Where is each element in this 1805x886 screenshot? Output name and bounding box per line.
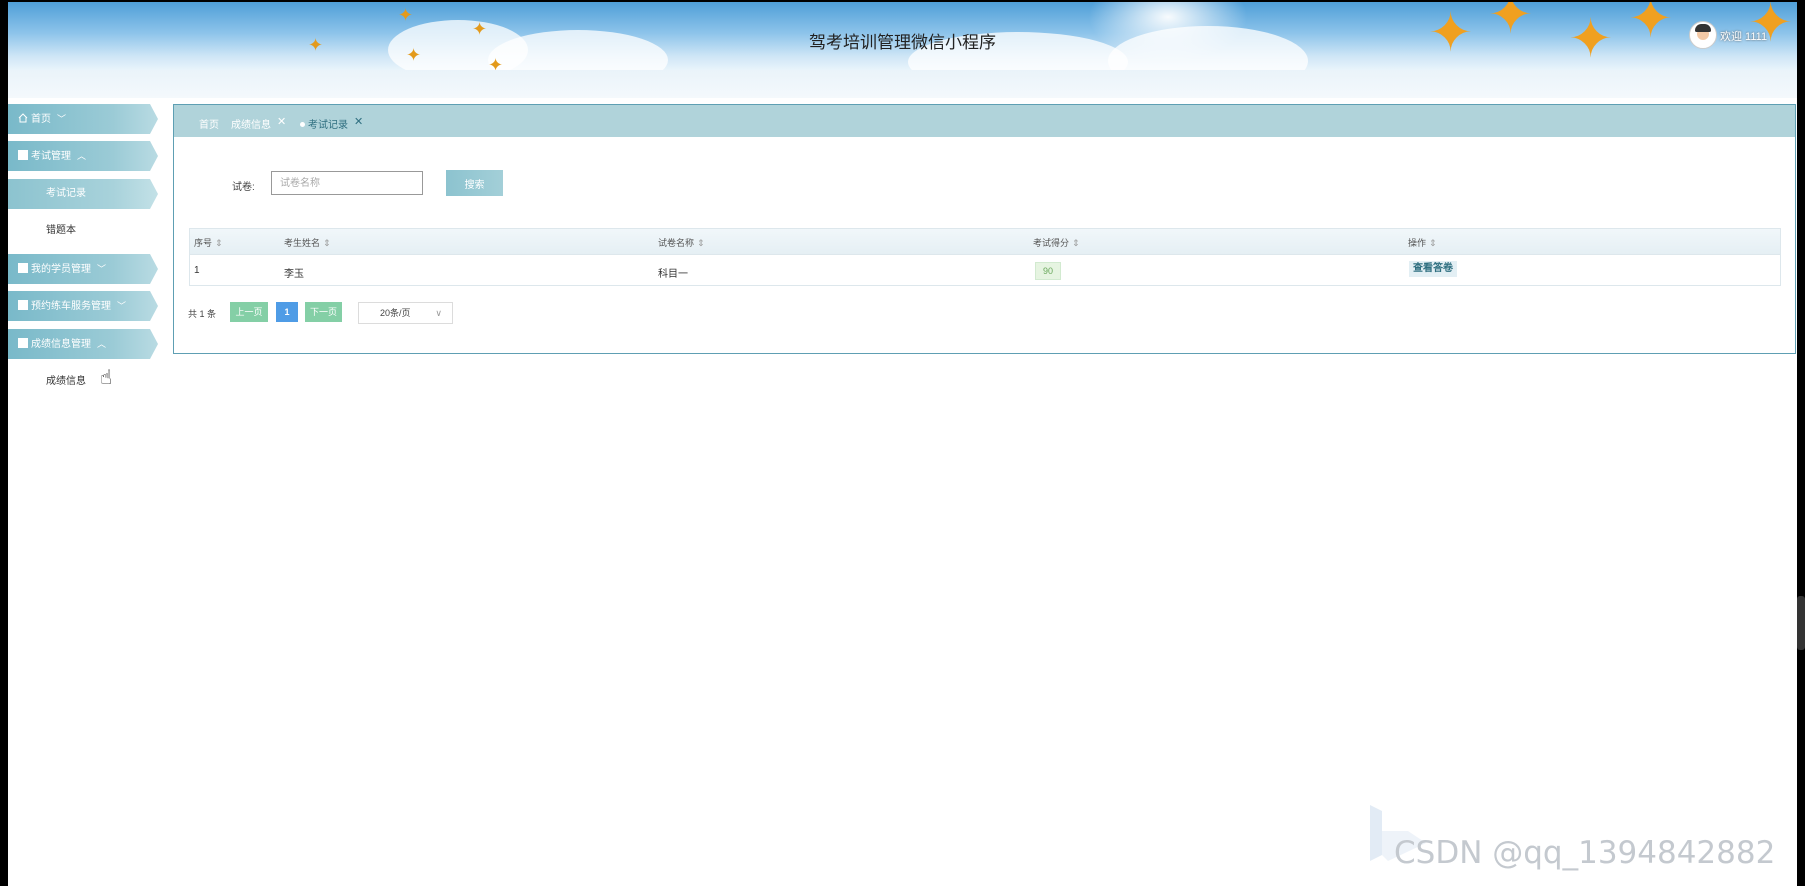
sidebar-item-exam-records[interactable]: 考试记录 xyxy=(8,179,158,209)
active-dot-icon xyxy=(300,122,305,127)
sidebar-item-exam-management[interactable]: 考试管理 ︿ xyxy=(8,141,158,171)
window-frame-left xyxy=(0,0,8,886)
search-button[interactable]: 搜索 xyxy=(446,170,503,196)
user-avatar[interactable] xyxy=(1689,21,1717,49)
tab-bar: 首页 成绩信息 ✕ 考试记录 ✕ xyxy=(174,105,1795,137)
car-icon xyxy=(18,300,28,310)
chevron-down-icon: ﹀ xyxy=(97,264,107,274)
sort-icon: ⇕ xyxy=(323,238,331,248)
column-header-paper-name[interactable]: 试卷名称 ⇕ xyxy=(658,236,705,249)
avatar-hair xyxy=(1695,24,1711,32)
hand-pointer-icon: ☝ xyxy=(100,367,113,389)
column-header-index[interactable]: 序号 ⇕ xyxy=(194,236,223,249)
column-header-actions[interactable]: 操作 ⇕ xyxy=(1408,236,1437,249)
chevron-down-icon: ∨ xyxy=(435,308,442,318)
page-number-button[interactable]: 1 xyxy=(276,302,298,322)
home-icon xyxy=(18,113,28,123)
watermark-text: CSDN @qq_1394842882 xyxy=(1394,835,1776,871)
pagination-total: 共 1 条 xyxy=(188,309,217,319)
chevron-up-icon: ︿ xyxy=(77,151,87,161)
tab-home[interactable]: 首页 xyxy=(199,116,219,131)
sidebar-item-label: 成绩信息管理 xyxy=(31,339,91,350)
sort-icon: ⇕ xyxy=(215,238,223,248)
chevron-down-icon: ﹀ xyxy=(117,301,127,311)
sidebar-item-label: 首页 xyxy=(31,114,51,125)
column-header-label: 序号 xyxy=(194,238,213,248)
app-title: 驾考培训管理微信小程序 xyxy=(809,33,996,52)
cell-student-name: 李玉 xyxy=(284,269,304,280)
sort-icon: ⇕ xyxy=(1429,238,1437,248)
tab-exam-records[interactable]: 考试记录 ✕ xyxy=(300,116,363,131)
column-header-score[interactable]: 考试得分 ⇕ xyxy=(1033,236,1080,249)
tab-label: 考试记录 xyxy=(308,120,348,131)
column-header-label: 试卷名称 xyxy=(658,238,695,248)
tab-label: 首页 xyxy=(199,120,219,131)
welcome-text: 欢迎 1111 xyxy=(1720,31,1768,43)
sidebar-item-score-info[interactable]: 成绩信息 xyxy=(8,367,158,397)
sidebar-item-label: 成绩信息 xyxy=(46,376,86,387)
sidebar-item-home[interactable]: 首页 ﹀ xyxy=(8,104,158,134)
paper-search-input[interactable] xyxy=(271,171,423,195)
column-header-student-name[interactable]: 考生姓名 ⇕ xyxy=(284,236,331,249)
close-icon[interactable]: ✕ xyxy=(354,116,363,128)
sidebar-item-label: 考试管理 xyxy=(31,151,71,162)
search-label: 试卷: xyxy=(232,182,255,193)
column-header-label: 考生姓名 xyxy=(284,238,321,248)
header-sub-bar xyxy=(8,70,1797,98)
chevron-down-icon: ﹀ xyxy=(57,114,67,124)
sort-icon: ⇕ xyxy=(697,238,705,248)
app-header: ✦ ✦ ✦ ✦ ✦ ✦ ✦ ✦ ✦ ✦ 驾考培训管理微信小程序 欢迎 1111 xyxy=(8,2,1797,70)
sidebar-item-my-students[interactable]: 我的学员管理 ﹀ xyxy=(8,254,158,284)
leaf-decoration-icon: ✦ xyxy=(488,55,504,70)
tab-label: 成绩信息 xyxy=(231,120,271,131)
grid-icon xyxy=(18,263,28,273)
view-answer-sheet-button[interactable]: 查看答卷 xyxy=(1409,261,1457,277)
cell-index: 1 xyxy=(194,265,200,276)
sidebar-item-wrong-questions[interactable]: 错题本 xyxy=(8,216,158,246)
window-frame-right xyxy=(1797,0,1805,886)
cell-paper-name: 科目一 xyxy=(658,269,688,280)
column-header-label: 操作 xyxy=(1408,238,1427,248)
scrollbar-thumb[interactable] xyxy=(1797,596,1805,650)
prev-page-button[interactable]: 上一页 xyxy=(230,302,268,322)
sidebar-item-label: 考试记录 xyxy=(46,188,86,199)
close-icon[interactable]: ✕ xyxy=(277,116,286,128)
score-badge: 90 xyxy=(1035,262,1061,280)
sidebar-item-booking-practice[interactable]: 预约练车服务管理 ﹀ xyxy=(8,291,158,321)
sidebar-item-label: 预约练车服务管理 xyxy=(31,301,111,312)
leaf-decoration-icon: ✦ xyxy=(398,5,414,25)
sidebar-item-score-management[interactable]: 成绩信息管理 ︿ xyxy=(8,329,158,359)
table-row: 1 李玉 科目一 90 查看答卷 xyxy=(190,255,1780,285)
column-header-label: 考试得分 xyxy=(1033,238,1070,248)
page-size-select[interactable]: 20条/页 ∨ xyxy=(358,302,453,324)
sidebar-item-label: 错题本 xyxy=(46,225,76,236)
exam-records-table: 序号 ⇕ 考生姓名 ⇕ 试卷名称 ⇕ 考试得分 ⇕ 操作 ⇕ 1 李玉 科目一 90 查看… xyxy=(189,228,1781,286)
sort-icon: ⇕ xyxy=(1072,238,1080,248)
table-header: 序号 ⇕ 考生姓名 ⇕ 试卷名称 ⇕ 考试得分 ⇕ 操作 ⇕ xyxy=(190,229,1780,255)
grid-icon xyxy=(18,150,28,160)
document-icon xyxy=(18,338,28,348)
sidebar-item-label: 我的学员管理 xyxy=(31,264,91,275)
tab-score-info[interactable]: 成绩信息 ✕ xyxy=(231,116,286,131)
chevron-up-icon: ︿ xyxy=(97,339,107,349)
next-page-button[interactable]: 下一页 xyxy=(305,302,342,322)
page-size-value: 20条/页 xyxy=(380,308,411,318)
